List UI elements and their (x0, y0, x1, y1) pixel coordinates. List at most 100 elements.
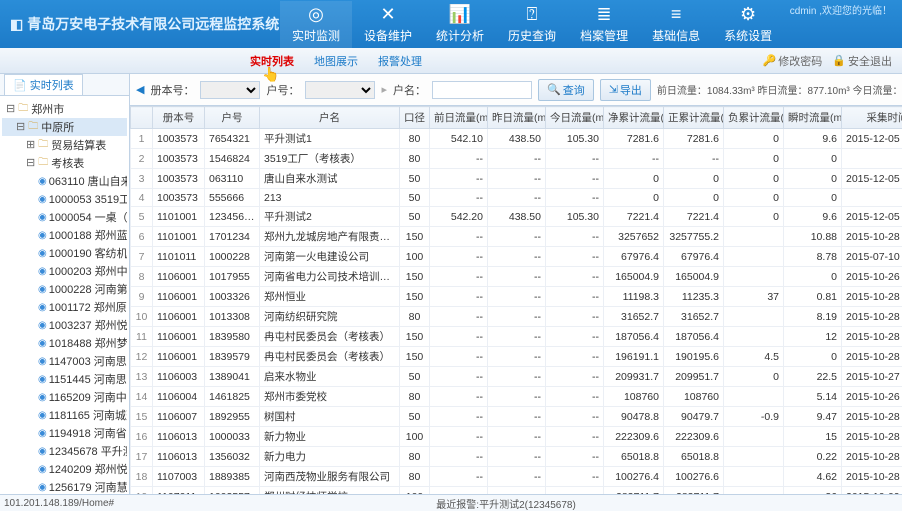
nav-icon-1: ✕ (378, 5, 398, 25)
tree-node[interactable]: ◉1000054 一桌（考 (2, 208, 127, 226)
column-header[interactable]: 前日流量(m³) (430, 107, 488, 129)
tree-node[interactable]: ◉1000203 郑州中原 (2, 262, 127, 280)
folder-icon: 🗀 (27, 121, 39, 133)
nav-icon-4: ≣ (594, 5, 614, 25)
nav-item-1[interactable]: ✕设备维护 (352, 1, 424, 48)
tree-node[interactable]: ⊟🗀中原所 (2, 118, 127, 136)
subnav-item-1[interactable]: 地图展示 (304, 49, 368, 73)
meter-icon: ◉ (38, 481, 47, 493)
table-row[interactable]: 8 1106001 1017955 河南省电力公司技术培训中心 150 -- -… (131, 267, 902, 287)
nav-item-4[interactable]: ≣档案管理 (568, 1, 640, 48)
nav-item-2[interactable]: 📊统计分析 (424, 1, 496, 48)
meter-icon: ◉ (38, 391, 47, 403)
table-row[interactable]: 11 1106001 1839580 冉屯村民委员会（考核表） 150 -- -… (131, 327, 902, 347)
logout-link[interactable]: 🔒 安全退出 (832, 53, 892, 69)
table-row[interactable]: 15 1106007 1892955 树国村 50 -- -- -- 90478… (131, 407, 902, 427)
column-header[interactable]: 采集时间 (842, 107, 902, 129)
column-header[interactable]: 净累计流量(m (604, 107, 664, 129)
table-row[interactable]: 6 1101001 1701234 郑州九龙城房地产有限责任公司（1 150 -… (131, 227, 902, 247)
table-row[interactable]: 2 1003573 1546824 3519工厂（考核表） 80 -- -- -… (131, 149, 902, 169)
nav-item-3[interactable]: ⍰历史查询 (496, 1, 568, 48)
table-row[interactable]: 3 1003573 063110 唐山自来水测试 50 -- -- -- 0 0… (131, 169, 902, 189)
table-row[interactable]: 16 1106013 1000033 新力物业 100 -- -- -- 222… (131, 427, 902, 447)
tree-node[interactable]: ◉1000188 郑州蓝韵 (2, 226, 127, 244)
nav-icon-0: ◎ (306, 5, 326, 25)
name-label: 户名： (393, 82, 426, 98)
table-row[interactable]: 4 1003573 555666 213 50 -- -- -- 0 0 0 0… (131, 189, 902, 207)
column-header[interactable]: 瞬时流量(m³/ (784, 107, 842, 129)
tree-node[interactable]: ◉1001172 郑州原景 (2, 298, 127, 316)
column-header[interactable]: 正累计流量(m (664, 107, 724, 129)
tree-node[interactable]: ⊞🗀贸易结算表 (2, 136, 127, 154)
data-grid[interactable]: 册本号户号户名口径前日流量(m³)昨日流量(m³)今日流量(m³)净累计流量(m… (130, 106, 902, 494)
expander-icon[interactable]: ⊟ (6, 102, 15, 116)
tree-node[interactable]: ◉1147003 河南思达 (2, 352, 127, 370)
meter-icon: ◉ (38, 319, 47, 331)
book-label: 册本号： (150, 82, 194, 98)
subnav-item-0[interactable]: 实时列表 (240, 49, 304, 73)
name-input[interactable] (432, 81, 532, 99)
meter-icon: ◉ (38, 463, 47, 475)
meter-icon: ◉ (38, 247, 47, 259)
tree-node[interactable]: ◉1000190 客纺机... (2, 244, 127, 262)
table-row[interactable]: 1 1003573 7654321 平升测试1 80 542.10 438.50… (131, 129, 902, 149)
nav-item-5[interactable]: ≡基础信息 (640, 1, 712, 48)
column-header[interactable]: 册本号 (153, 107, 205, 129)
tree-node[interactable]: ◉1194918 河南省玉 (2, 424, 127, 442)
column-header[interactable]: 负累计流量(m (724, 107, 784, 129)
column-header[interactable] (131, 107, 153, 129)
expander-icon[interactable]: ⊟ (16, 120, 25, 134)
table-row[interactable]: 18 1107003 1889385 河南西茂物业服务有限公司 80 -- --… (131, 467, 902, 487)
table-row[interactable]: 10 1106001 1013308 河南纺织研究院 80 -- -- -- 3… (131, 307, 902, 327)
table-row[interactable]: 12 1106001 1839579 冉屯村民委员会（考核表） 150 -- -… (131, 347, 902, 367)
subnav-item-2[interactable]: 报警处理 (368, 49, 432, 73)
search-button[interactable]: 🔍 查询 (538, 79, 594, 101)
app-title: ◧ 青岛万安电子技术有限公司远程监控系统 (0, 14, 280, 34)
tree-node[interactable]: ⊟🗀考核表 (2, 154, 127, 172)
account-select[interactable] (305, 81, 375, 99)
meter-icon: ◉ (38, 229, 47, 241)
table-row[interactable]: 9 1106001 1003326 郑州恒业 150 -- -- -- 1119… (131, 287, 902, 307)
doc-icon: 📄 (13, 80, 27, 92)
tree-node[interactable]: ◉1240209 郑州悦景 (2, 460, 127, 478)
table-row[interactable]: 19 1107011 1003557 郑州财经技师学校 100 -- -- --… (131, 487, 902, 495)
nav-item-6[interactable]: ⚙系统设置 (712, 1, 784, 48)
meter-icon: ◉ (38, 409, 47, 421)
expander-icon[interactable]: ⊞ (26, 138, 35, 152)
table-row[interactable]: 7 1101011 1000228 河南第一火电建设公司 100 -- -- -… (131, 247, 902, 267)
column-header[interactable]: 今日流量(m³) (546, 107, 604, 129)
table-row[interactable]: 13 1106003 1389041 启来水物业 50 -- -- -- 209… (131, 367, 902, 387)
tree-node[interactable]: ◉12345678 平升测试 (2, 442, 127, 460)
change-password-link[interactable]: 🔑 修改密码 (763, 53, 823, 69)
tree-view[interactable]: ⊟🗀郑州市⊟🗀中原所⊞🗀贸易结算表⊟🗀考核表◉063110 唐山自来水◉1000… (0, 96, 129, 494)
table-row[interactable]: 5 1101001 12345678 平升测试2 50 542.20 438.5… (131, 207, 902, 227)
tree-node[interactable]: ◉1181165 河南城建 (2, 406, 127, 424)
column-header[interactable]: 口径 (400, 107, 430, 129)
tree-node[interactable]: ◉1165209 河南中城 (2, 388, 127, 406)
tree-node[interactable]: ◉1000053 3519工 (2, 190, 127, 208)
tree-tab[interactable]: 📄 实时列表 (4, 74, 83, 95)
export-button[interactable]: ⇲ 导出 (600, 79, 651, 101)
cube-icon: ◧ (10, 16, 23, 33)
tree-node[interactable]: ⊟🗀郑州市 (2, 100, 127, 118)
account-label: 户号： (266, 82, 299, 98)
footer-url: 101.201.148.189/Home# (4, 498, 114, 509)
column-header[interactable]: 户名 (260, 107, 400, 129)
table-row[interactable]: 14 1106004 1461825 郑州市委党校 80 -- -- -- 10… (131, 387, 902, 407)
tree-node[interactable]: ◉1256179 河南慧聪 (2, 478, 127, 494)
meter-icon: ◉ (38, 355, 47, 367)
tree-node[interactable]: ◉1003237 郑州悦晓 (2, 316, 127, 334)
tree-node[interactable]: ◉1000228 河南第二 (2, 280, 127, 298)
column-header[interactable]: 昨日流量(m³) (488, 107, 546, 129)
column-header[interactable]: 户号 (205, 107, 260, 129)
meter-icon: ◉ (38, 445, 47, 457)
nav-item-0[interactable]: ◎实时监测 (280, 1, 352, 48)
folder-icon: 🗀 (37, 139, 49, 151)
table-row[interactable]: 17 1106013 1356032 新力电力 80 -- -- -- 6501… (131, 447, 902, 467)
tree-node[interactable]: ◉063110 唐山自来水 (2, 172, 127, 190)
tree-node[interactable]: ◉1018488 郑州梦图 (2, 334, 127, 352)
tree-node[interactable]: ◉1151445 河南思达 (2, 370, 127, 388)
book-select[interactable] (200, 81, 260, 99)
expander-icon[interactable]: ⊟ (26, 156, 35, 170)
collapse-icon[interactable]: ◀ (136, 83, 144, 96)
